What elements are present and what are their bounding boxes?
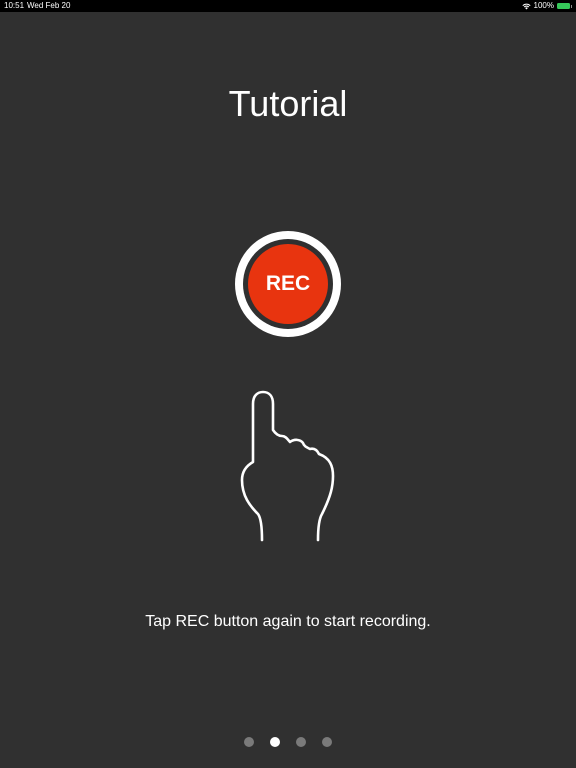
- rec-button-core: REC: [248, 244, 328, 324]
- page-dot-2[interactable]: [270, 737, 280, 747]
- status-bar: 10:51 Wed Feb 20 100%: [0, 0, 576, 12]
- page-dot-1[interactable]: [244, 737, 254, 747]
- wifi-icon: [521, 3, 531, 10]
- rec-label: REC: [265, 272, 311, 295]
- battery-icon: [557, 3, 572, 9]
- battery-cap: [571, 4, 572, 8]
- status-date: Wed Feb 20: [27, 1, 71, 10]
- status-time: 10:51: [4, 1, 25, 10]
- pointing-hand-icon: [240, 390, 335, 542]
- battery-percentage: 100%: [533, 1, 554, 10]
- page-indicator[interactable]: [0, 737, 576, 747]
- rec-button[interactable]: REC: [235, 231, 341, 337]
- page-dot-4[interactable]: [322, 737, 332, 747]
- page-dot-3[interactable]: [296, 737, 306, 747]
- status-right-group: 100%: [521, 0, 572, 12]
- tutorial-instruction: Tap REC button again to start recording.: [145, 613, 431, 630]
- page-title: Tutorial: [228, 83, 348, 124]
- battery-level: [557, 3, 570, 9]
